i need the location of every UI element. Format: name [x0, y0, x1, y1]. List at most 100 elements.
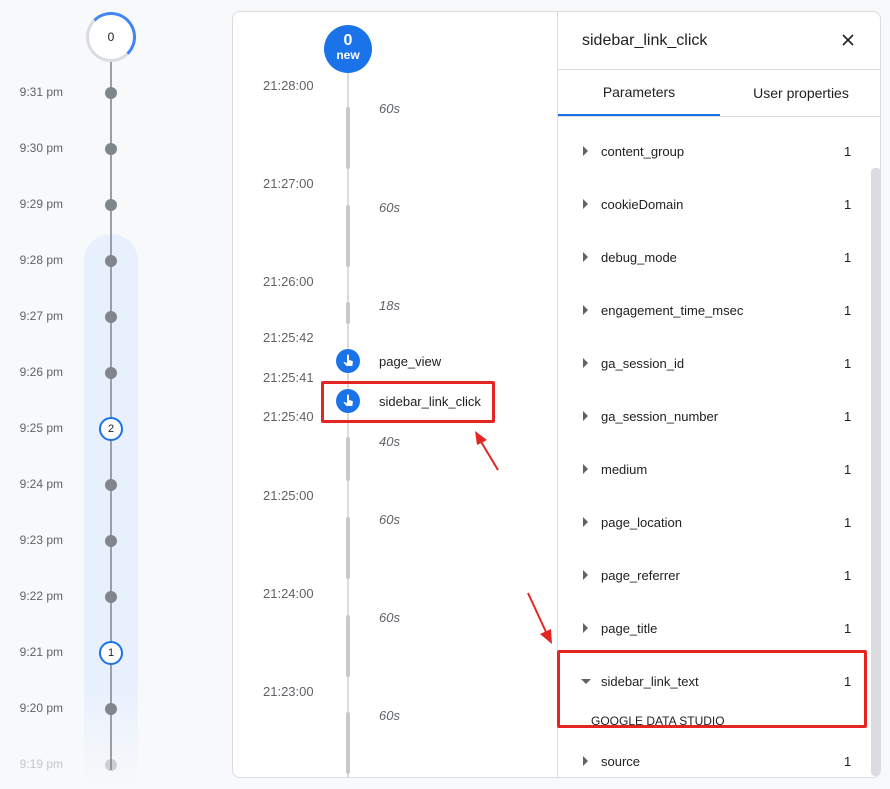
- stream-duration: 60s: [379, 101, 400, 116]
- minute-dot: [105, 311, 117, 323]
- minute-dot: [105, 535, 117, 547]
- param-name: source: [601, 753, 641, 769]
- param-name: ga_session_number: [601, 408, 719, 424]
- param-count: 1: [844, 567, 852, 583]
- minute-row[interactable]: 9:25 pm 2: [0, 417, 160, 441]
- param-count: 1: [844, 355, 852, 371]
- minute-time: 9:22 pm: [19, 589, 63, 603]
- tab-user-properties[interactable]: User properties: [720, 70, 880, 116]
- expand-caret-icon: [583, 305, 588, 315]
- minute-row[interactable]: 9:21 pm 1: [0, 641, 160, 665]
- new-events-label: new: [336, 48, 360, 62]
- event-page-view[interactable]: page_view: [336, 348, 441, 374]
- param-row[interactable]: medium 1: [558, 458, 868, 480]
- minute-row[interactable]: 9:31 pm: [0, 83, 160, 103]
- stream-duration: 60s: [379, 708, 400, 723]
- minute-time: 9:27 pm: [19, 309, 63, 323]
- param-name: content_group: [601, 143, 685, 159]
- minute-time: 9:31 pm: [19, 85, 63, 99]
- param-row[interactable]: page_location 1: [558, 511, 868, 533]
- minute-dot: [105, 87, 117, 99]
- minute-row[interactable]: 9:30 pm: [0, 139, 160, 159]
- duration-segment: [346, 107, 350, 169]
- minute-row[interactable]: 9:23 pm: [0, 531, 160, 551]
- param-row[interactable]: page_title 1: [558, 617, 868, 639]
- highlight-box-parameter: [557, 650, 867, 728]
- param-name: page_title: [601, 620, 658, 636]
- param-row[interactable]: page_referrer 1: [558, 564, 868, 586]
- stream-duration: 60s: [379, 200, 400, 215]
- minute-event-badge[interactable]: 1: [99, 641, 123, 665]
- top-counter-value: 0: [107, 30, 115, 44]
- param-count: 1: [844, 461, 852, 477]
- minute-dot: [105, 703, 117, 715]
- minute-dot: [105, 199, 117, 211]
- param-row[interactable]: cookieDomain 1: [558, 193, 868, 215]
- minute-time: 9:23 pm: [19, 533, 63, 547]
- minute-row[interactable]: 9:22 pm: [0, 587, 160, 607]
- param-count: 1: [844, 408, 852, 424]
- minute-row[interactable]: 9:19 pm: [0, 755, 160, 775]
- stream-timestamp: 21:24:00: [263, 586, 314, 601]
- stream-duration: 40s: [379, 434, 400, 449]
- expand-caret-icon: [583, 358, 588, 368]
- minute-timeline: 0 9:31 pm 9:30 pm 9:29 pm 9:28 pm 9:27 p…: [0, 0, 160, 789]
- expand-caret-icon: [583, 517, 588, 527]
- expand-caret-icon: [583, 199, 588, 209]
- duration-segment: [346, 615, 350, 677]
- param-row[interactable]: content_group 1: [558, 140, 868, 162]
- stream-timestamp: 21:25:00: [263, 488, 314, 503]
- panel-tabs: Parameters User properties: [558, 69, 880, 117]
- top-counter[interactable]: 0: [86, 12, 136, 62]
- scrollbar[interactable]: [871, 168, 880, 776]
- duration-segment: [346, 302, 350, 324]
- minute-time: 9:21 pm: [19, 645, 63, 659]
- minute-dot: [105, 591, 117, 603]
- param-row[interactable]: debug_mode 1: [558, 246, 868, 268]
- minute-time: 9:20 pm: [19, 701, 63, 715]
- param-row[interactable]: ga_session_id 1: [558, 352, 868, 374]
- minute-dot: [105, 759, 117, 771]
- duration-segment: [346, 517, 350, 579]
- minute-time: 9:25 pm: [19, 421, 63, 435]
- param-name: page_referrer: [601, 567, 680, 583]
- stream-timestamp: 21:25:41: [263, 370, 314, 385]
- new-events-indicator[interactable]: 0 new: [324, 25, 372, 73]
- param-name: debug_mode: [601, 249, 677, 265]
- minute-dot: [105, 255, 117, 267]
- event-stream: 0 new 21:28:00 21:27:00 21:26:00 21:25:4…: [233, 12, 557, 777]
- minute-dot: [105, 367, 117, 379]
- minute-row[interactable]: 9:26 pm: [0, 363, 160, 383]
- param-count: 1: [844, 753, 852, 769]
- param-count: 1: [844, 143, 852, 159]
- stream-timestamp: 21:25:42: [263, 330, 314, 345]
- tab-parameters[interactable]: Parameters: [558, 70, 720, 116]
- param-count: 1: [844, 620, 852, 636]
- expand-caret-icon: [583, 570, 588, 580]
- touch-icon: [336, 349, 360, 373]
- minute-event-badge[interactable]: 2: [99, 417, 123, 441]
- stream-timestamp: 21:23:00: [263, 684, 314, 699]
- param-row[interactable]: engagement_time_msec 1: [558, 299, 868, 321]
- minute-row[interactable]: 9:24 pm: [0, 475, 160, 495]
- minute-time: 9:26 pm: [19, 365, 63, 379]
- close-button[interactable]: [834, 26, 862, 54]
- minute-dot: [105, 143, 117, 155]
- param-row[interactable]: source 1: [558, 750, 868, 772]
- duration-segment: [346, 712, 350, 774]
- param-count: 1: [844, 196, 852, 212]
- expand-caret-icon: [583, 623, 588, 633]
- minute-time: 9:28 pm: [19, 253, 63, 267]
- expand-caret-icon: [583, 252, 588, 262]
- stream-duration: 60s: [379, 512, 400, 527]
- stream-timestamp: 21:25:40: [263, 409, 314, 424]
- minute-row[interactable]: 9:28 pm: [0, 251, 160, 271]
- minute-time: 9:30 pm: [19, 141, 63, 155]
- minute-time: 9:19 pm: [19, 757, 63, 771]
- minute-row[interactable]: 9:27 pm: [0, 307, 160, 327]
- minute-row[interactable]: 9:29 pm: [0, 195, 160, 215]
- param-row[interactable]: ga_session_number 1: [558, 405, 868, 427]
- expand-caret-icon: [583, 756, 588, 766]
- minute-row[interactable]: 9:20 pm: [0, 699, 160, 719]
- duration-segment: [346, 437, 350, 481]
